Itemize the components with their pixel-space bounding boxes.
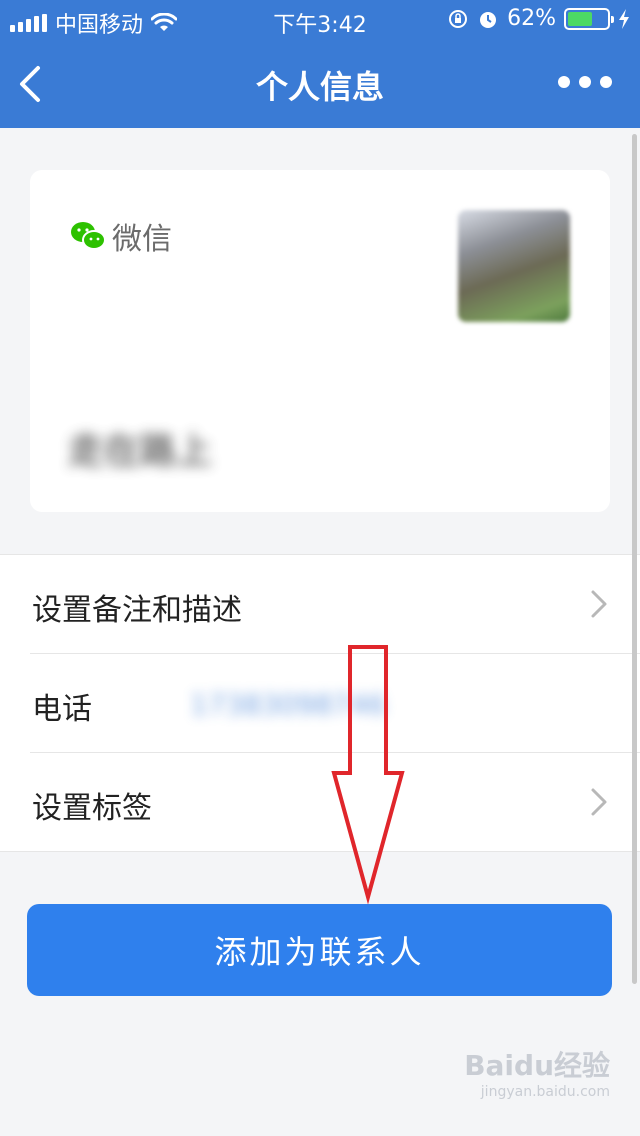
battery-icon	[564, 7, 614, 30]
wechat-icon	[71, 222, 106, 250]
battery-percent: 62%	[507, 6, 556, 31]
add-contact-button[interactable]: 添加为联系人	[27, 904, 612, 996]
chevron-right-icon	[591, 788, 607, 816]
row-label: 设置标签	[32, 791, 152, 826]
watermark-text: Baidu经验	[464, 1049, 610, 1082]
status-bar: 中国移动 下午3:42 62%	[0, 0, 640, 40]
profile-card: 微信 走在路上	[30, 170, 610, 512]
scrollbar[interactable]	[632, 134, 637, 984]
charging-icon	[619, 8, 629, 29]
nav-bar: 个人信息	[0, 40, 640, 128]
alarm-icon	[480, 11, 497, 28]
status-right: 62%	[447, 6, 630, 31]
page-title: 个人信息	[255, 68, 384, 106]
watermark-logo: Baidu经验 jingyan.baidu.com	[464, 1044, 610, 1100]
rotation-lock-icon	[449, 9, 468, 28]
phone-number-link[interactable]: 17383098746	[190, 688, 386, 721]
row-set-remark[interactable]: 设置备注和描述	[0, 555, 640, 654]
settings-list: 设置备注和描述 电话 17383098746 设置标签	[0, 554, 640, 852]
row-label: 设置备注和描述	[32, 593, 242, 628]
watermark-subtext: jingyan.baidu.com	[480, 1084, 610, 1100]
chevron-right-icon	[591, 590, 607, 618]
row-phone: 电话 17383098746	[0, 654, 640, 753]
row-set-tags[interactable]: 设置标签	[0, 753, 640, 852]
more-dots-icon[interactable]	[558, 76, 612, 88]
nickname: 走在路上	[68, 431, 213, 472]
avatar[interactable]	[458, 210, 570, 322]
row-label: 电话	[32, 692, 92, 727]
brand-label: 微信	[112, 222, 172, 257]
wechat-brand: 微信	[70, 214, 172, 258]
battery-fill	[568, 11, 592, 26]
